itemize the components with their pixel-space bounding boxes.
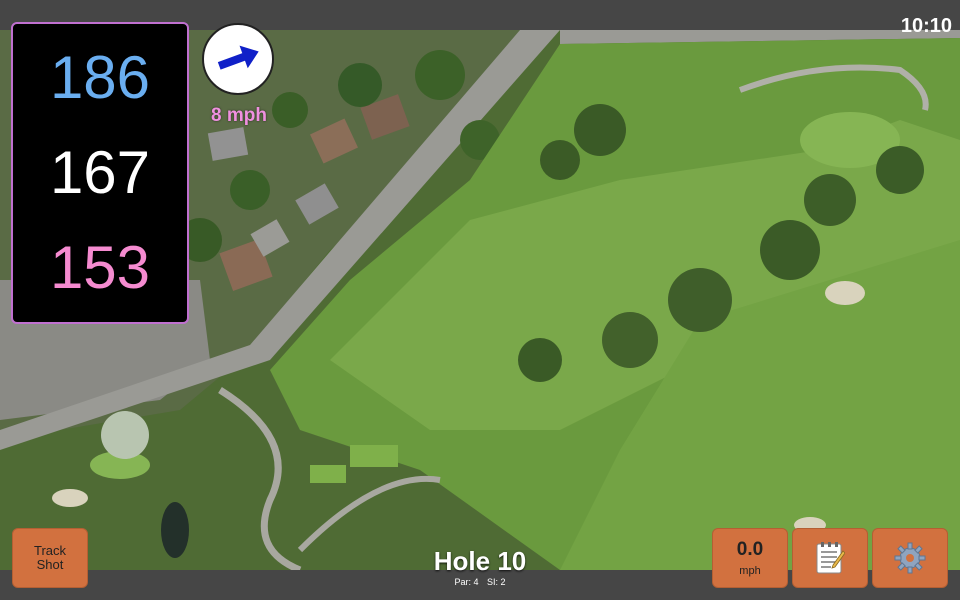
clock-time: 10:10 xyxy=(900,15,952,37)
hole-info: Hole 10 Par: 4 SI: 2 xyxy=(380,548,580,587)
hole-par: Par: 4 xyxy=(454,577,479,587)
gear-icon xyxy=(894,542,926,574)
wind-speed-button[interactable]: 0.0 mph xyxy=(712,528,788,588)
wind-speed-unit: mph xyxy=(739,565,761,577)
settings-button[interactable] xyxy=(872,528,948,588)
hole-title: Hole 10 xyxy=(433,546,527,576)
wind-direction-arrow-icon xyxy=(217,45,259,70)
track-shot-button[interactable]: Track Shot xyxy=(12,528,88,588)
notepad-icon xyxy=(816,542,845,574)
hole-details: Par: 4 SI: 2 xyxy=(380,577,580,587)
wind-speed-label: 8 mph xyxy=(211,105,267,126)
distance-front: 153 xyxy=(49,234,151,302)
wind-direction-dial xyxy=(202,23,274,95)
track-shot-label-line2: Shot xyxy=(36,557,64,572)
distance-back: 186 xyxy=(49,43,151,111)
track-shot-label-line1: Track xyxy=(33,542,67,558)
wind-speed-value: 0.0 xyxy=(736,539,764,560)
notes-button[interactable] xyxy=(792,528,868,588)
distance-middle: 167 xyxy=(49,138,151,206)
hole-stroke-index: SI: 2 xyxy=(487,577,506,587)
distance-panel: 186 167 153 xyxy=(11,22,189,324)
